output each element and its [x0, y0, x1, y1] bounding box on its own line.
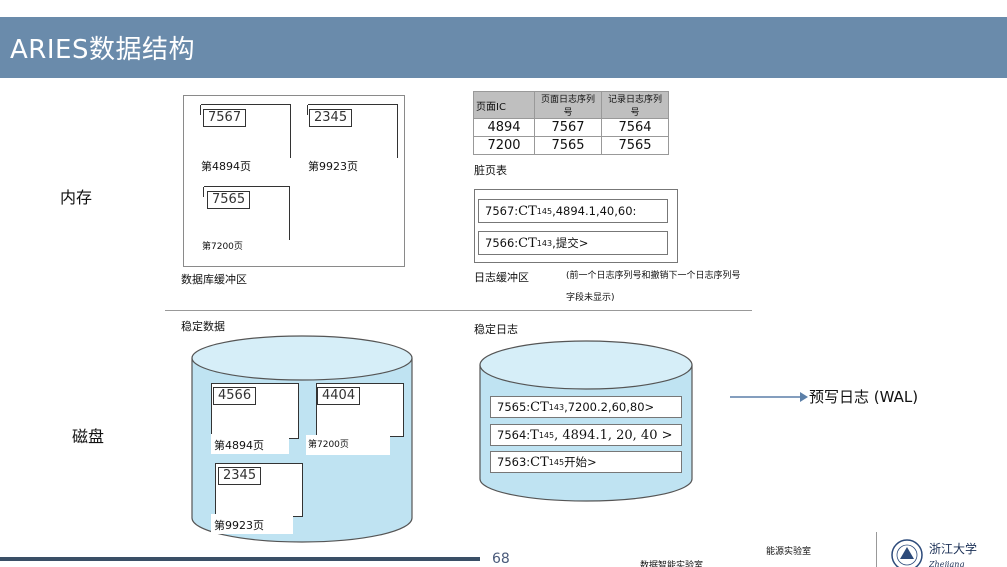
disk-page-lsn: 2345	[218, 467, 262, 485]
disk-page-lsn: 4404	[317, 387, 361, 405]
entry-rest: ,7200.2,60,80>	[564, 400, 655, 414]
disk-page-lsn: 4566	[213, 387, 257, 405]
footer-lab-energy: 能源实验室	[766, 547, 812, 557]
entry-type: CT	[530, 454, 549, 470]
entry-lsn: 7563:	[497, 455, 531, 469]
entry-lsn: 7567:	[485, 204, 519, 218]
entry-lsn: 7564:	[497, 428, 531, 442]
stable-log-entry: 7564: T 145 , 4894.1, 20, 40 >	[490, 424, 682, 446]
log-buffer-note: (前一个日志序列号和撤销下一个日志序列号	[566, 271, 741, 281]
table-row: 7200 7565 7565	[473, 136, 669, 155]
table-cell: 7564	[601, 118, 669, 137]
log-buffer-note: 字段未显示)	[566, 293, 615, 303]
entry-type: CT	[530, 399, 549, 415]
entry-txn: 145	[538, 430, 555, 440]
stable-log-cylinder	[479, 340, 693, 502]
footer-divider	[876, 532, 877, 567]
log-buffer-entry: 7567: CT 145 ,4894.1,40,60:	[478, 199, 668, 223]
entry-txn: 143	[548, 402, 565, 412]
buffer-page-lsn: 7567	[203, 109, 247, 127]
university-name-en: Zhejiang University	[929, 560, 965, 567]
wal-label: 预写日志 (WAL)	[809, 388, 919, 406]
page-title: ARIES数据结构	[10, 35, 195, 65]
table-header-row: 页面IC 页面日志序列号 记录日志序列号	[473, 91, 669, 119]
table-cell: 4894	[473, 118, 535, 137]
entry-rest: 开始>	[564, 455, 597, 469]
entry-rest: ,4894.1,40,60:	[552, 204, 637, 218]
log-buffer-entry: 7566: CT 143 ,提交>	[478, 231, 668, 255]
disk-label: 磁盘	[72, 427, 105, 446]
page-number: 68	[492, 552, 510, 567]
buffer-page-label: 第4894页	[201, 160, 251, 173]
stable-log-caption: 稳定日志	[474, 323, 518, 336]
entry-txn: 145	[536, 206, 553, 216]
university-seal-icon	[891, 539, 923, 567]
table-row: 4894 7567 7564	[473, 118, 669, 137]
column-header: 页面日志序列号	[534, 91, 602, 119]
disk-page-label: 第7200页	[308, 440, 349, 450]
entry-lsn: 7566:	[485, 236, 519, 250]
buffer-page-label: 第9923页	[308, 160, 358, 173]
buffer-page-lsn: 7565	[207, 191, 251, 209]
log-buffer-caption: 日志缓冲区	[474, 271, 529, 284]
buffer-pool-caption: 数据库缓冲区	[181, 273, 247, 286]
table-cell: 7565	[601, 136, 669, 155]
entry-txn: 143	[536, 238, 553, 248]
entry-type: CT	[518, 203, 537, 219]
entry-type: CT	[518, 235, 537, 251]
stable-data-caption: 稳定数据	[181, 320, 225, 333]
stable-log-entry: 7563: CT 145 开始>	[490, 451, 682, 473]
dirty-page-table-caption: 脏页表	[474, 164, 507, 177]
table-cell: 7567	[534, 118, 602, 137]
disk-page-label: 第9923页	[214, 519, 264, 532]
entry-lsn: 7565:	[497, 400, 531, 414]
column-header: 记录日志序列号	[601, 91, 669, 119]
dirty-page-table: 页面IC 页面日志序列号 记录日志序列号 4894 7567 7564 7200…	[473, 91, 669, 155]
memory-disk-divider	[165, 310, 752, 311]
entry-rest: ,提交>	[552, 236, 589, 250]
university-name: 浙江大学	[929, 542, 978, 556]
buffer-page-lsn: 2345	[309, 109, 353, 127]
entry-type: T	[530, 427, 539, 443]
wal-arrow-icon	[730, 392, 808, 402]
entry-txn: 145	[548, 457, 565, 467]
column-header: 页面IC	[473, 91, 535, 119]
footer-lab-data: 数据智能实验室	[640, 561, 704, 567]
buffer-page-label: 第7200页	[202, 242, 243, 252]
stable-log-entry: 7565: CT 143 ,7200.2,60,80>	[490, 396, 682, 418]
footer-bar	[0, 557, 480, 561]
disk-page-label: 第4894页	[214, 439, 264, 452]
memory-label: 内存	[60, 188, 93, 207]
table-cell: 7565	[534, 136, 602, 155]
entry-rest: , 4894.1, 20, 40 >	[554, 427, 673, 443]
table-cell: 7200	[473, 136, 535, 155]
